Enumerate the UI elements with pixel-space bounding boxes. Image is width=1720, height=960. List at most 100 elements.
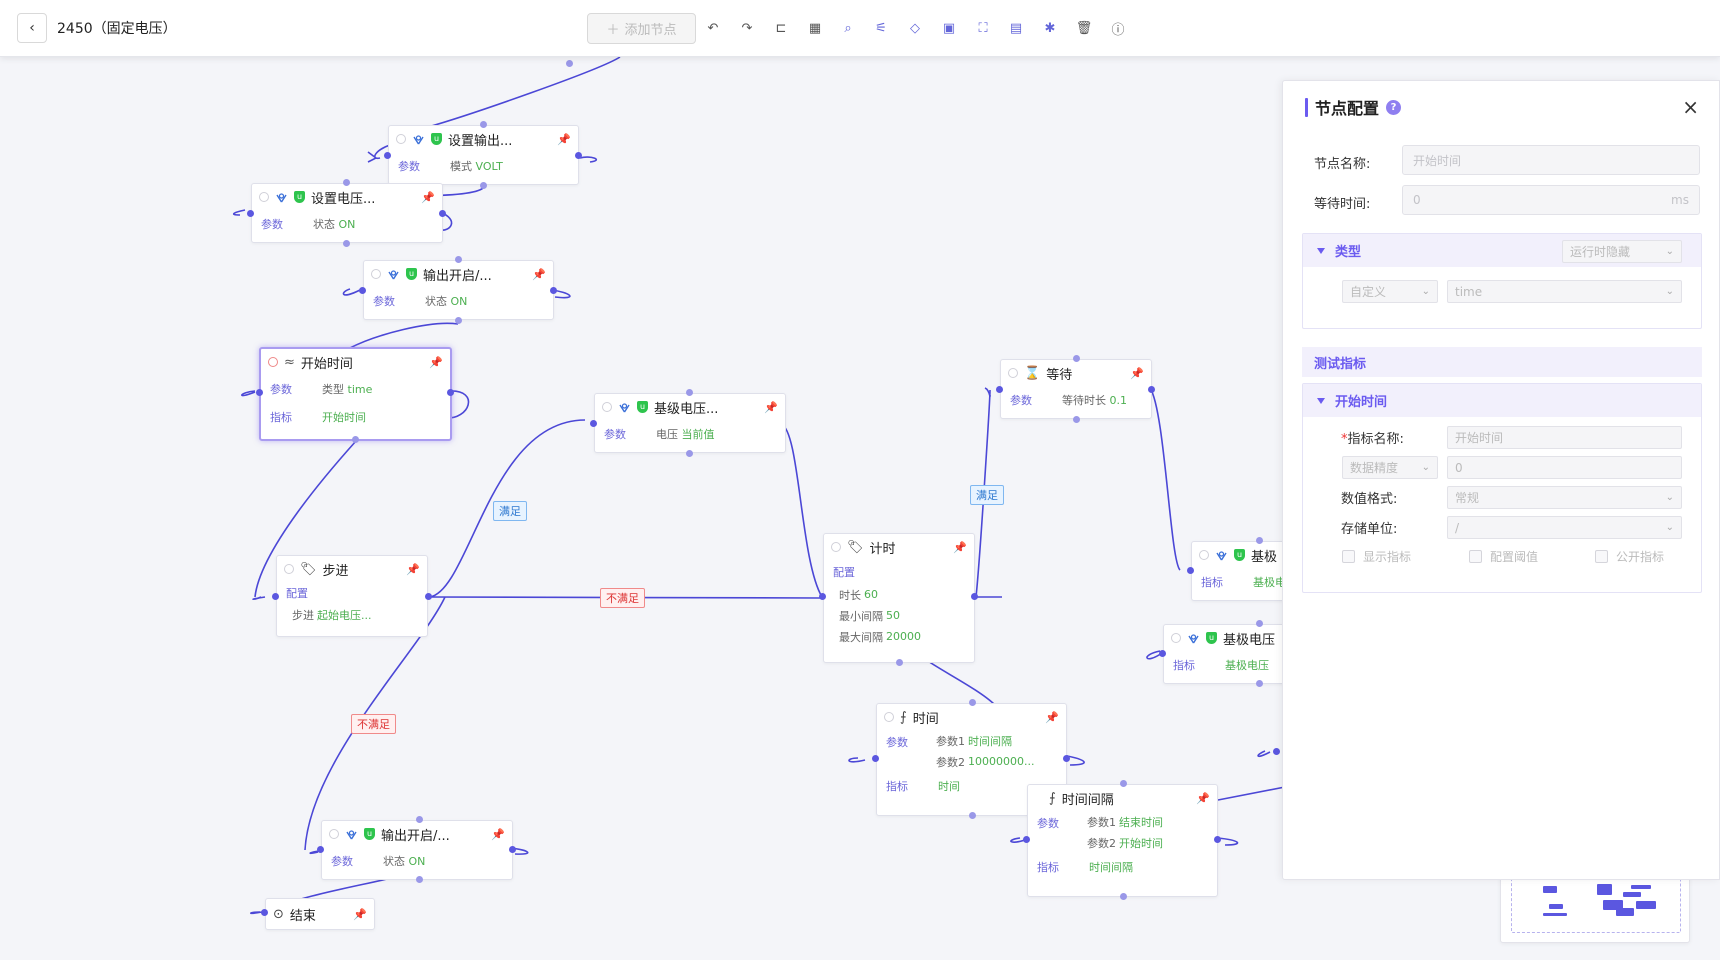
handle[interactable]	[1214, 836, 1221, 843]
node-name-input[interactable]: 开始时间	[1402, 145, 1700, 175]
pin-icon[interactable]: 📌	[532, 268, 546, 281]
handle[interactable]	[455, 317, 462, 324]
handle[interactable]	[971, 593, 978, 600]
metric-name-input[interactable]: 开始时间	[1447, 426, 1682, 449]
layout-icon[interactable]: ▦	[804, 17, 826, 39]
node-radio[interactable]	[884, 712, 894, 722]
node-start-time[interactable]: ≈ 开始时间 📌 参数 类型 time 指标 开始时间	[259, 347, 452, 441]
handle[interactable]	[509, 846, 516, 853]
pin-icon[interactable]: 📌	[953, 541, 967, 554]
handle[interactable]	[317, 846, 324, 853]
handle[interactable]	[819, 593, 826, 600]
show-metric-checkbox[interactable]: 显示指标	[1342, 548, 1411, 565]
handle[interactable]	[261, 909, 268, 916]
precision-select[interactable]: 数据精度 ⌄	[1342, 456, 1438, 479]
node-radio[interactable]	[396, 134, 406, 144]
handle[interactable]	[1063, 755, 1070, 762]
debug-icon[interactable]: ✱	[1039, 17, 1061, 39]
handle[interactable]	[1073, 355, 1080, 362]
metric-section-header[interactable]: 开始时间	[1303, 384, 1701, 417]
handle[interactable]	[343, 240, 350, 247]
node-radio[interactable]	[1199, 550, 1209, 560]
search-icon[interactable]: ⌕	[837, 17, 859, 39]
handle[interactable]	[352, 436, 359, 443]
handle[interactable]	[480, 182, 487, 189]
handle[interactable]	[1159, 650, 1166, 657]
handle[interactable]	[969, 812, 976, 819]
fullscreen-icon[interactable]: ⛶	[972, 17, 994, 39]
node-step[interactable]: 🏷 步进 📌 配置 步进 起始电压...	[276, 555, 428, 637]
node-timer[interactable]: 🏷 计时 📌 配置 时长 60 最小间隔 50 最大间隔 20000	[823, 533, 975, 663]
handle[interactable]	[1120, 780, 1127, 787]
node-radio[interactable]	[371, 269, 381, 279]
filter-icon[interactable]: ⚟	[870, 17, 892, 39]
handle[interactable]	[384, 152, 391, 159]
handle[interactable]	[359, 287, 366, 294]
precision-input[interactable]: 0	[1447, 456, 1682, 479]
pin-icon[interactable]: 📌	[491, 828, 505, 841]
handle[interactable]	[1073, 416, 1080, 423]
save-icon[interactable]: ▤	[1005, 17, 1027, 39]
public-metric-checkbox[interactable]: 公开指标	[1595, 548, 1664, 565]
frame-icon[interactable]: ▣	[938, 17, 960, 39]
handle[interactable]	[550, 287, 557, 294]
node-wait[interactable]: ⌛ 等待 📌 参数 等待时长 0.1	[1000, 359, 1152, 419]
handle[interactable]	[455, 256, 462, 263]
handle[interactable]	[872, 755, 879, 762]
node-output-on-1[interactable]: u 输出开启/... 📌 参数 状态 ON	[363, 260, 554, 320]
back-button[interactable]: ‹	[17, 13, 47, 43]
node-radio[interactable]	[268, 357, 278, 367]
format-select[interactable]: 常规 ⌄	[1447, 486, 1682, 509]
handle[interactable]	[575, 152, 582, 159]
help-icon[interactable]: ⓘ	[1107, 17, 1129, 39]
node-radio[interactable]	[1008, 368, 1018, 378]
handle[interactable]	[416, 876, 423, 883]
pin-icon[interactable]: 📌	[557, 133, 571, 146]
pin-icon[interactable]: 📌	[421, 191, 435, 204]
handle[interactable]	[256, 389, 263, 396]
handle[interactable]	[1256, 680, 1263, 687]
handle[interactable]	[343, 179, 350, 186]
handle[interactable]	[686, 389, 693, 396]
handle[interactable]	[969, 699, 976, 706]
type-value-select[interactable]: time ⌄	[1447, 280, 1682, 303]
handle[interactable]	[896, 659, 903, 666]
pin-icon[interactable]: 📌	[353, 908, 367, 921]
handle[interactable]	[480, 121, 487, 128]
handle[interactable]	[1256, 537, 1263, 544]
node-radio[interactable]	[329, 829, 339, 839]
handle[interactable]	[1187, 567, 1194, 574]
handle[interactable]	[447, 389, 454, 396]
close-icon[interactable]: ×	[1682, 95, 1699, 119]
redo-icon[interactable]: ↷	[736, 17, 758, 39]
handle[interactable]	[566, 60, 573, 67]
handle[interactable]	[439, 210, 446, 217]
runtime-hide-select[interactable]: 运行时隐藏 ⌄	[1562, 240, 1682, 263]
node-output-on-2[interactable]: u 输出开启/... 📌 参数 状态 ON	[321, 820, 513, 880]
help-icon[interactable]: ?	[1386, 99, 1402, 115]
pin-icon[interactable]: 📌	[1130, 367, 1144, 380]
node-set-output[interactable]: u 设置输出... 📌 参数 模式 VOLT	[388, 125, 579, 185]
pin-icon[interactable]: 📌	[764, 401, 778, 414]
node-radio[interactable]	[602, 402, 612, 412]
node-radio[interactable]	[1171, 633, 1181, 643]
handle[interactable]	[425, 593, 432, 600]
handle[interactable]	[1148, 386, 1155, 393]
handle[interactable]	[272, 593, 279, 600]
handle[interactable]	[590, 420, 597, 427]
tag-icon[interactable]: ◇	[904, 17, 926, 39]
node-end[interactable]: ⊙ 结束 📌	[265, 898, 375, 930]
handle[interactable]	[1256, 620, 1263, 627]
pin-icon[interactable]: 📌	[1196, 792, 1210, 805]
node-interval[interactable]: ⨍ 时间间隔 📌 参数 参数1 结束时间 参数2 开始时间 指标 时间间隔	[1027, 784, 1218, 897]
unit-select[interactable]: / ⌄	[1447, 516, 1682, 539]
handle[interactable]	[686, 450, 693, 457]
handle[interactable]	[247, 210, 254, 217]
add-node-button[interactable]: ＋ 添加节点	[587, 13, 696, 44]
node-radio[interactable]	[831, 542, 841, 552]
node-radio[interactable]	[259, 192, 269, 202]
wait-time-input[interactable]: 0 ms	[1402, 185, 1700, 215]
delete-icon[interactable]: 🗑	[1073, 17, 1095, 39]
node-radio[interactable]	[284, 564, 294, 574]
pin-icon[interactable]: 📌	[429, 356, 443, 369]
